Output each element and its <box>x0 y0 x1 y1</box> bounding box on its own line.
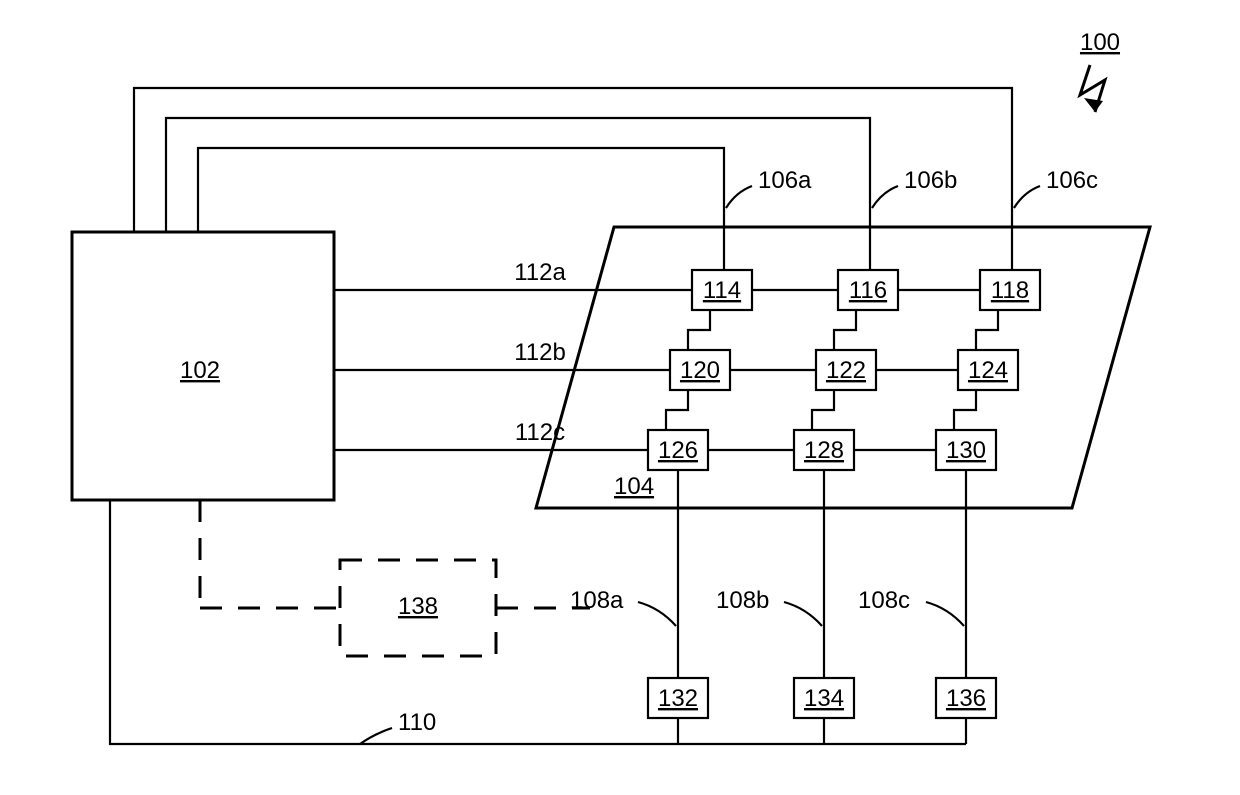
svg-text:114: 114 <box>703 277 741 304</box>
svg-text:122: 122 <box>826 357 866 384</box>
grid-cell-120: 120 <box>670 350 730 390</box>
leader <box>872 186 898 208</box>
aux-label: 138 <box>398 593 438 620</box>
leader <box>784 602 822 626</box>
grid-cell-122: 122 <box>816 350 876 390</box>
col-label-b: 106b <box>904 167 957 194</box>
sink-136: 136 <box>936 678 996 718</box>
grid-cell-124: 124 <box>958 350 1018 390</box>
leader <box>638 602 676 626</box>
grid-cell-116: 116 <box>838 270 898 310</box>
svg-text:136: 136 <box>946 685 986 712</box>
sink-134: 134 <box>794 678 854 718</box>
grid-cell-114: 114 <box>692 270 752 310</box>
vconn <box>666 390 688 430</box>
grid-cell-130: 130 <box>936 430 996 470</box>
bottom-label-a: 108a <box>570 587 624 614</box>
feedback-label: 110 <box>398 709 436 736</box>
svg-text:130: 130 <box>946 437 986 464</box>
svg-text:124: 124 <box>968 357 1008 384</box>
grid-cell-118: 118 <box>980 270 1040 310</box>
bottom-label-c: 108c <box>858 587 910 614</box>
vconn <box>954 390 976 430</box>
svg-text:118: 118 <box>991 277 1029 304</box>
svg-text:120: 120 <box>680 357 720 384</box>
svg-text:116: 116 <box>849 277 887 304</box>
row-label-c: 112c <box>515 419 565 446</box>
grid-cell-126: 126 <box>648 430 708 470</box>
leader <box>726 186 752 208</box>
controller-label: 102 <box>180 357 220 384</box>
svg-text:132: 132 <box>658 685 698 712</box>
sink-132: 132 <box>648 678 708 718</box>
leader <box>926 602 964 626</box>
row-label-b: 112b <box>514 339 566 366</box>
svg-text:128: 128 <box>804 437 844 464</box>
figure-number: 100 <box>1080 29 1120 56</box>
grid-cell-128: 128 <box>794 430 854 470</box>
panel-label: 104 <box>614 473 654 500</box>
vconn <box>688 310 710 350</box>
bottom-label-b: 108b <box>716 587 769 614</box>
vconn <box>976 310 998 350</box>
vconn <box>834 310 856 350</box>
col-label-a: 106a <box>758 167 812 194</box>
bus-106a <box>198 148 724 232</box>
svg-text:134: 134 <box>804 685 844 712</box>
bus-106c <box>134 88 1012 232</box>
vconn <box>812 390 834 430</box>
col-label-c: 106c <box>1046 167 1098 194</box>
leader <box>1014 186 1040 208</box>
svg-text:126: 126 <box>658 437 698 464</box>
leader <box>360 728 392 744</box>
row-label-a: 112a <box>514 259 566 286</box>
